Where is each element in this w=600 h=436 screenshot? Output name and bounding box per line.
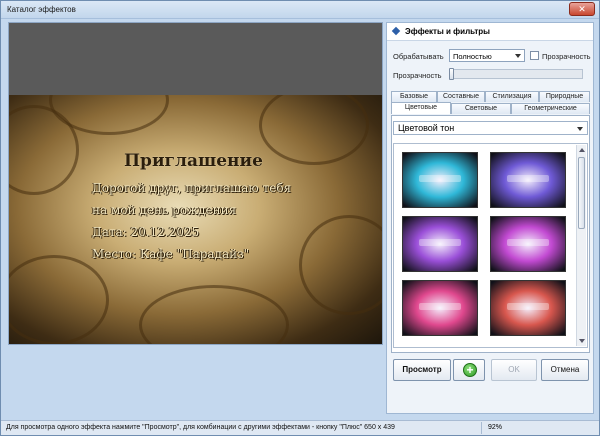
card-line-1: Дорогой друг, приглашаю тебя	[92, 181, 292, 195]
tab-composite[interactable]: Составные	[437, 91, 485, 102]
tab-natural[interactable]: Природные	[539, 91, 590, 102]
status-bar: Для просмотра одного эффекта нажмите "Пр…	[1, 420, 599, 435]
status-hint: Для просмотра одного эффекта нажмите "Пр…	[6, 424, 395, 431]
process-select[interactable]: Полностью	[449, 49, 525, 62]
panel-title: Эффекты и фильтры	[405, 27, 491, 36]
transparency-slider[interactable]	[449, 69, 583, 79]
window-title: Каталог эффектов	[7, 5, 76, 14]
card-title: Приглашение	[124, 151, 263, 171]
ornament-swirl	[9, 255, 109, 344]
thumbnails-scrollbar[interactable]	[576, 145, 586, 346]
effects-panel: Эффекты и фильтры Обрабатывать Полностью…	[386, 22, 594, 414]
effect-type-value: Цветовой тон	[398, 123, 455, 133]
scroll-down-icon[interactable]	[579, 339, 585, 343]
tab-light[interactable]: Световые	[451, 103, 511, 114]
preview-image: Приглашение Дорогой друг, приглашаю тебя…	[9, 95, 382, 344]
scroll-thumb[interactable]	[578, 157, 585, 229]
effect-thumbnail-purple[interactable]	[402, 216, 478, 272]
effect-thumbnail-magenta[interactable]	[490, 216, 566, 272]
close-button[interactable]: ✕	[569, 2, 595, 16]
preview-button[interactable]: Просмотр	[393, 359, 451, 381]
transparency-checkbox[interactable]	[530, 51, 539, 60]
effect-thumbnail-pink[interactable]	[402, 280, 478, 336]
transparency-checkbox-label: Прозрачность	[542, 52, 591, 61]
ornament-swirl	[259, 95, 369, 165]
panel-header: Эффекты и фильтры	[387, 23, 593, 41]
chevron-down-icon	[515, 54, 521, 58]
preview-area: Приглашение Дорогой друг, приглашаю тебя…	[8, 22, 383, 345]
tab-color[interactable]: Цветовые	[391, 102, 451, 114]
process-label: Обрабатывать	[393, 52, 444, 61]
tab-stylization[interactable]: Стилизация	[485, 91, 539, 102]
card-line-4: Место: Кафе "Парадайз"	[92, 247, 250, 261]
add-effect-button[interactable]: +	[453, 359, 485, 381]
effects-catalog-window: Каталог эффектов ✕ Приглашение Дорогой д…	[0, 0, 600, 436]
title-bar: Каталог эффектов ✕	[1, 1, 599, 19]
status-separator	[481, 422, 482, 434]
plus-icon: +	[463, 363, 477, 377]
close-icon: ✕	[578, 4, 586, 14]
diamond-icon	[391, 26, 401, 36]
effect-type-select[interactable]: Цветовой тон	[393, 121, 588, 135]
transparency-slider-thumb[interactable]	[449, 68, 454, 80]
tab-geometric[interactable]: Геометрические	[511, 103, 590, 114]
card-line-2: на мой день рождения	[92, 203, 237, 217]
zoom-level: 92%	[488, 424, 503, 431]
effect-thumbnails	[393, 143, 588, 348]
ornament-swirl	[139, 285, 289, 344]
tab-basic[interactable]: Базовые	[391, 91, 437, 102]
ok-button[interactable]: OK	[491, 359, 537, 381]
card-line-3: Дата: 20.12.2025	[92, 225, 200, 239]
process-select-value: Полностью	[453, 52, 492, 61]
ornament-swirl	[299, 215, 382, 315]
cancel-button[interactable]: Отмена	[541, 359, 589, 381]
transparency-label: Прозрачность	[393, 71, 442, 80]
effect-thumbnail-red[interactable]	[490, 280, 566, 336]
effect-thumbnail-violet[interactable]	[490, 152, 566, 208]
scroll-up-icon[interactable]	[579, 148, 585, 152]
effect-thumbnail-cyan[interactable]	[402, 152, 478, 208]
chevron-down-icon	[577, 127, 583, 131]
